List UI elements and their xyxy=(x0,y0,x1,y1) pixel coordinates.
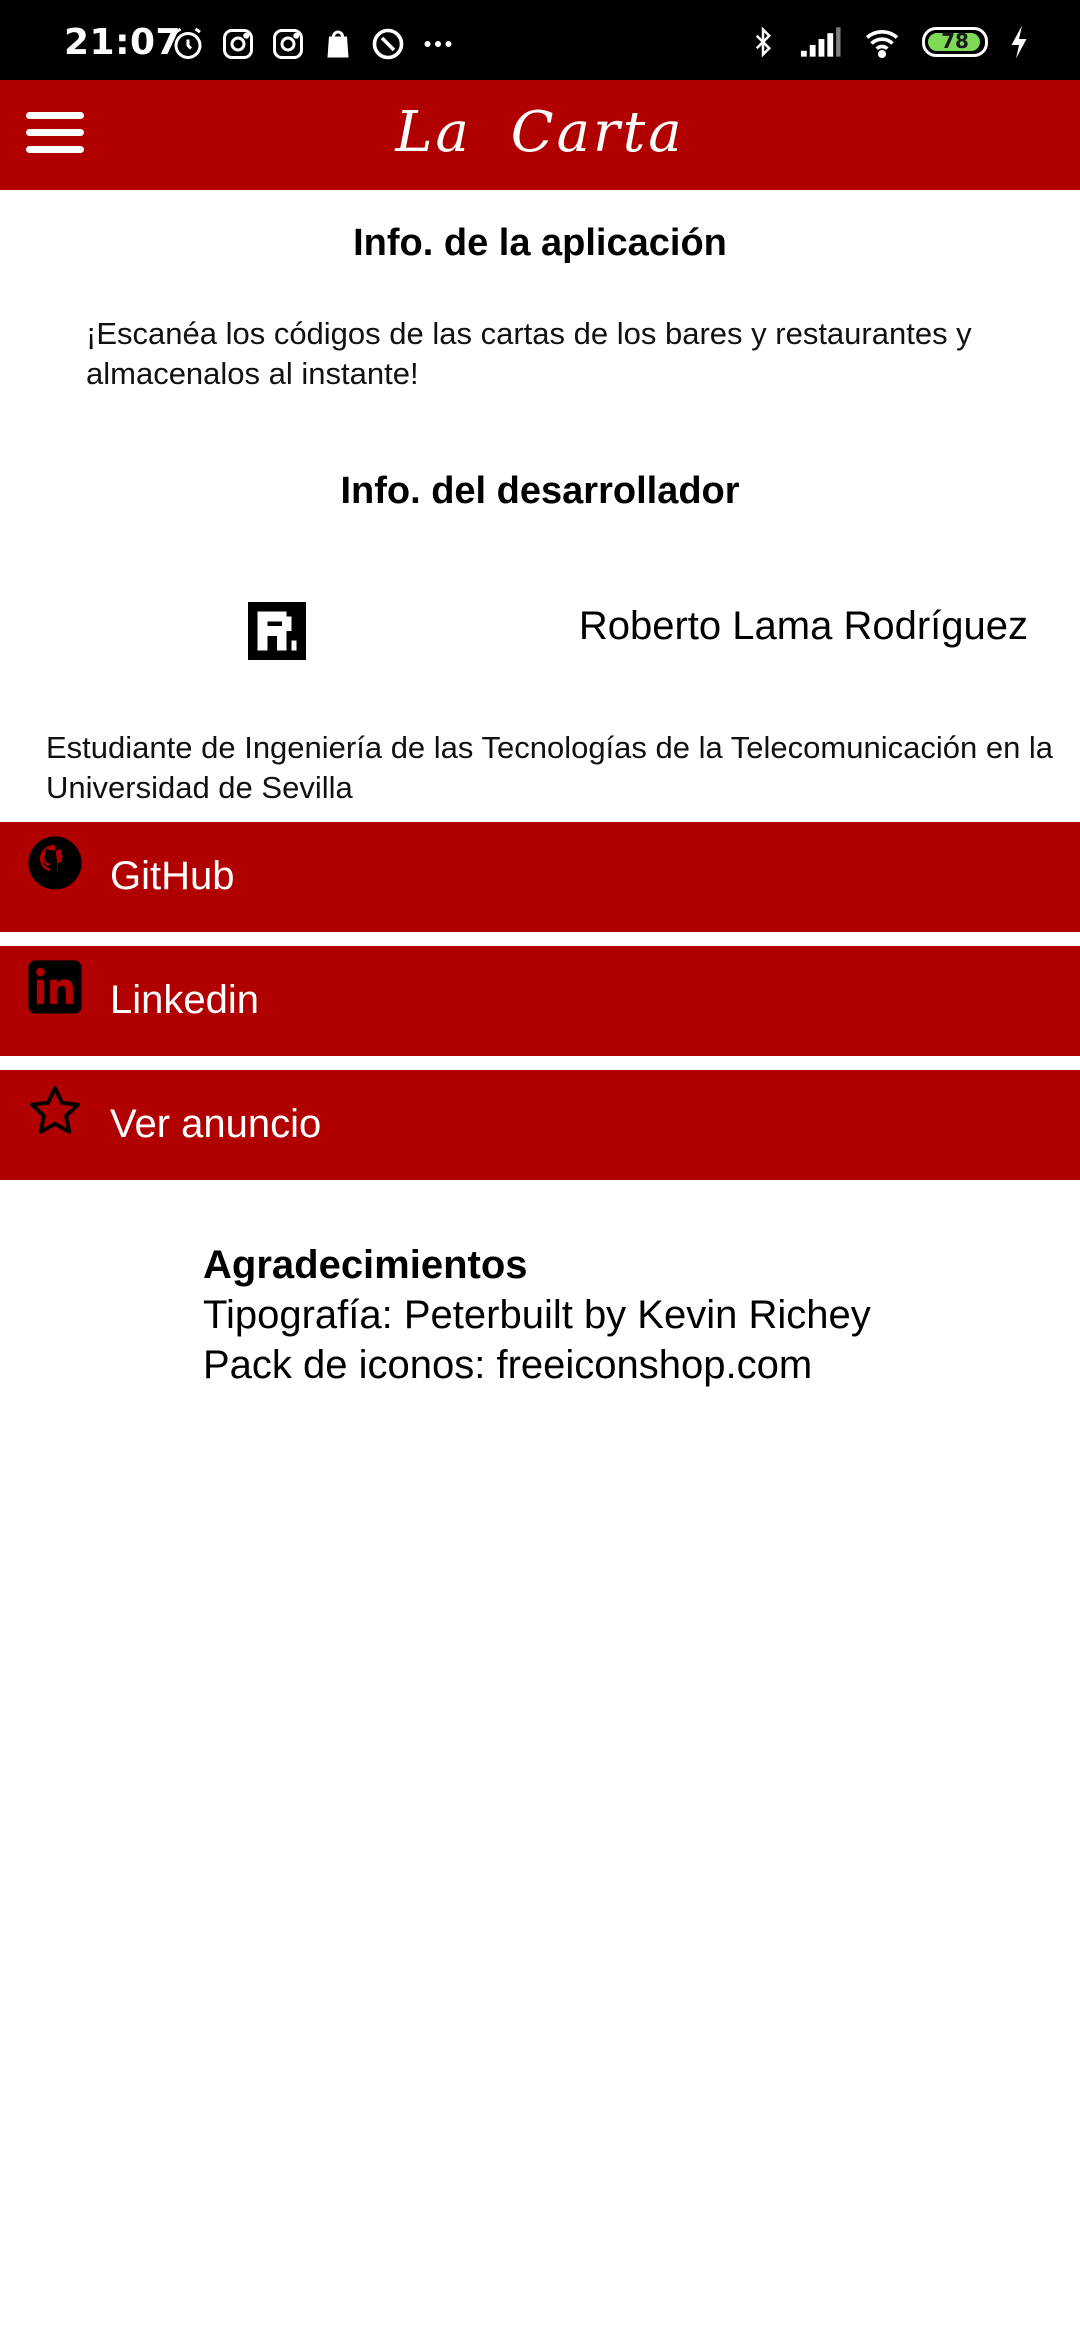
github-link-button[interactable]: GitHub xyxy=(0,822,1080,932)
github-icon xyxy=(28,836,82,890)
alarm-icon xyxy=(174,27,202,59)
bluetooth-icon xyxy=(755,26,772,58)
font-credit: Tipografía: Peterbuilt by Kevin Richey xyxy=(203,1293,871,1337)
app-info-description: ¡Escanéa los códigos de las cartas de lo… xyxy=(86,316,972,391)
app-title: La Carta xyxy=(395,100,685,165)
linkedin-icon xyxy=(28,960,82,1014)
signal-icon xyxy=(800,27,841,57)
shopping-bag-icon xyxy=(327,30,349,58)
instagram-icon xyxy=(273,29,303,59)
notification-icons xyxy=(170,26,456,62)
github-label: GitHub xyxy=(110,854,235,898)
developer-bio: Estudiante de Ingeniería de las Tecnolog… xyxy=(46,730,1054,805)
at-sign-icon xyxy=(372,28,404,60)
developer-heading: Info. del desarrollador xyxy=(340,470,740,512)
app-info-heading: Info. de la aplicación xyxy=(353,222,727,264)
developer-name: Roberto Lama Rodríguez xyxy=(578,604,1028,648)
status-bar: 21:07 78 xyxy=(0,0,1080,80)
developer-logo-icon xyxy=(248,602,306,660)
acknowledgements-title: Agradecimientos xyxy=(203,1243,528,1287)
view-ad-button[interactable]: Ver anuncio xyxy=(0,1070,1080,1180)
system-icons: 78 xyxy=(748,22,1030,62)
status-time: 21:07 xyxy=(64,22,182,63)
battery-percent: 78 xyxy=(941,29,969,53)
acknowledgements: Agradecimientos Tipografía: Peterbuilt b… xyxy=(203,1240,871,1390)
linkedin-label: Linkedin xyxy=(110,978,260,1022)
instagram-icon xyxy=(223,29,253,59)
charging-icon xyxy=(1011,25,1027,59)
view-ad-label: Ver anuncio xyxy=(110,1102,322,1146)
wifi-icon xyxy=(865,30,899,59)
star-icon xyxy=(30,1086,80,1134)
battery-icon: 78 xyxy=(922,27,988,57)
more-dots-icon xyxy=(424,41,452,47)
app-bar: La Carta xyxy=(0,80,1080,190)
icons-credit: Pack de iconos: freeiconshop.com xyxy=(203,1343,813,1387)
linkedin-link-button[interactable]: Linkedin xyxy=(0,946,1080,1056)
